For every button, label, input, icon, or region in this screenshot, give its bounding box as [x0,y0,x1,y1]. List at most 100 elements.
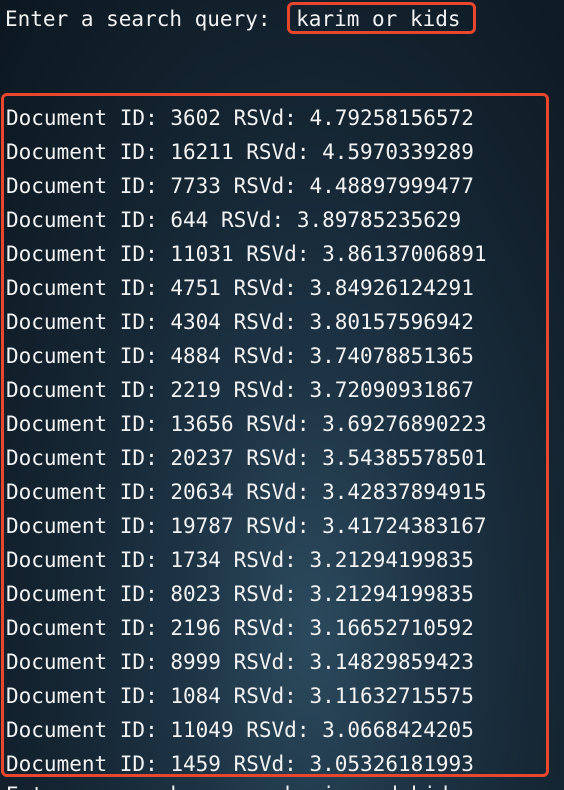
result-row: Document ID: 19787 RSVd: 3.41724383167 [6,509,487,543]
result-row: Document ID: 3602 RSVd: 4.79258156572 [6,101,487,135]
score-label: RSVd: [233,548,297,572]
rsvd-score: 3.0668424205 [322,718,474,742]
rsvd-score: 3.21294199835 [309,582,474,606]
document-id: 20634 [170,480,234,504]
query-text: karim or kids [296,7,461,31]
document-id: 4751 [170,276,221,300]
id-label: Document ID: [6,344,158,368]
result-row: Document ID: 1084 RSVd: 3.11632715575 [6,679,487,713]
next-prompt-cutoff: Enter a search query: karim and kids [6,778,461,790]
document-id: 19787 [170,514,234,538]
result-row: Document ID: 4751 RSVd: 3.84926124291 [6,271,487,305]
score-label: RSVd: [220,208,285,232]
result-row: Document ID: 20237 RSVd: 3.54385578501 [6,441,487,475]
document-id: 11049 [170,718,234,742]
result-row: Document ID: 644 RSVd: 3.89785235629 [6,203,487,237]
rsvd-score: 3.42837894915 [322,480,487,504]
result-row: Document ID: 4304 RSVd: 3.80157596942 [6,305,487,339]
score-label: RSVd: [233,752,297,776]
score-label: RSVd: [246,412,310,436]
score-label: RSVd: [246,718,310,742]
prompt-label: Enter a search query: [5,7,284,31]
result-row: Document ID: 2196 RSVd: 3.16652710592 [6,611,487,645]
rsvd-score: 3.74078851365 [309,344,474,368]
rsvd-score: 3.11632715575 [309,684,474,708]
rsvd-score: 3.84926124291 [309,276,474,300]
id-label: Document ID: [6,480,158,504]
score-label: RSVd: [246,514,310,538]
document-id: 8999 [170,650,221,674]
document-id: 4884 [170,344,221,368]
search-prompt: Enter a search query: karim or kids [5,2,476,34]
score-label: RSVd: [233,310,297,334]
document-id: 1084 [170,684,221,708]
document-id: 1459 [170,752,221,776]
rsvd-score: 3.16652710592 [309,616,474,640]
id-label: Document ID: [6,242,158,266]
id-label: Document ID: [6,276,158,300]
terminal-window[interactable]: Enter a search query: karim or kids Docu… [0,0,564,790]
rsvd-score: 3.69276890223 [322,412,487,436]
id-label: Document ID: [6,684,158,708]
score-label: RSVd: [246,140,310,164]
result-row: Document ID: 1734 RSVd: 3.21294199835 [6,543,487,577]
document-id: 13656 [170,412,234,436]
id-label: Document ID: [6,718,158,742]
id-label: Document ID: [6,412,158,436]
score-label: RSVd: [233,276,297,300]
id-label: Document ID: [6,446,158,470]
document-id: 2219 [170,378,221,402]
id-label: Document ID: [6,548,158,572]
rsvd-score: 4.48897999477 [309,174,474,198]
id-label: Document ID: [6,310,158,334]
rsvd-score: 3.80157596942 [309,310,474,334]
document-id: 1734 [170,548,221,572]
score-label: RSVd: [233,174,297,198]
rsvd-score: 4.79258156572 [309,106,474,130]
document-id: 7733 [170,174,221,198]
rsvd-score: 3.72090931867 [309,378,474,402]
result-row: Document ID: 16211 RSVd: 4.5970339289 [6,135,487,169]
id-label: Document ID: [6,378,158,402]
id-label: Document ID: [6,174,158,198]
id-label: Document ID: [6,650,158,674]
score-label: RSVd: [246,446,310,470]
document-id: 11031 [170,242,234,266]
document-id: 20237 [170,446,234,470]
result-row: Document ID: 13656 RSVd: 3.69276890223 [6,407,487,441]
result-row: Document ID: 4884 RSVd: 3.74078851365 [6,339,487,373]
result-row: Document ID: 20634 RSVd: 3.42837894915 [6,475,487,509]
id-label: Document ID: [6,582,158,606]
result-row: Document ID: 2219 RSVd: 3.72090931867 [6,373,487,407]
score-label: RSVd: [233,378,297,402]
rsvd-score: 4.5970339289 [322,140,474,164]
score-label: RSVd: [246,480,310,504]
document-id: 644 [170,208,209,232]
result-row: Document ID: 11031 RSVd: 3.86137006891 [6,237,487,271]
result-row: Document ID: 11049 RSVd: 3.0668424205 [6,713,487,747]
score-label: RSVd: [233,650,297,674]
id-label: Document ID: [6,514,158,538]
rsvd-score: 3.14829859423 [309,650,474,674]
score-label: RSVd: [233,684,297,708]
score-label: RSVd: [233,616,297,640]
result-row: Document ID: 8999 RSVd: 3.14829859423 [6,645,487,679]
id-label: Document ID: [6,140,158,164]
score-label: RSVd: [233,344,297,368]
rsvd-score: 3.86137006891 [322,242,487,266]
result-row: Document ID: 7733 RSVd: 4.48897999477 [6,169,487,203]
document-id: 2196 [170,616,221,640]
document-id: 8023 [170,582,221,606]
id-label: Document ID: [6,752,158,776]
document-id: 3602 [170,106,221,130]
document-id: 4304 [170,310,221,334]
query-input-highlight[interactable]: karim or kids [287,2,476,34]
id-label: Document ID: [6,106,158,130]
rsvd-score: 3.05326181993 [309,752,474,776]
id-label: Document ID: [6,208,158,232]
score-label: RSVd: [233,106,297,130]
result-row: Document ID: 8023 RSVd: 3.21294199835 [6,577,487,611]
result-row: Document ID: 1459 RSVd: 3.05326181993 [6,747,487,781]
rsvd-score: 3.54385578501 [322,446,487,470]
document-id: 16211 [170,140,234,164]
